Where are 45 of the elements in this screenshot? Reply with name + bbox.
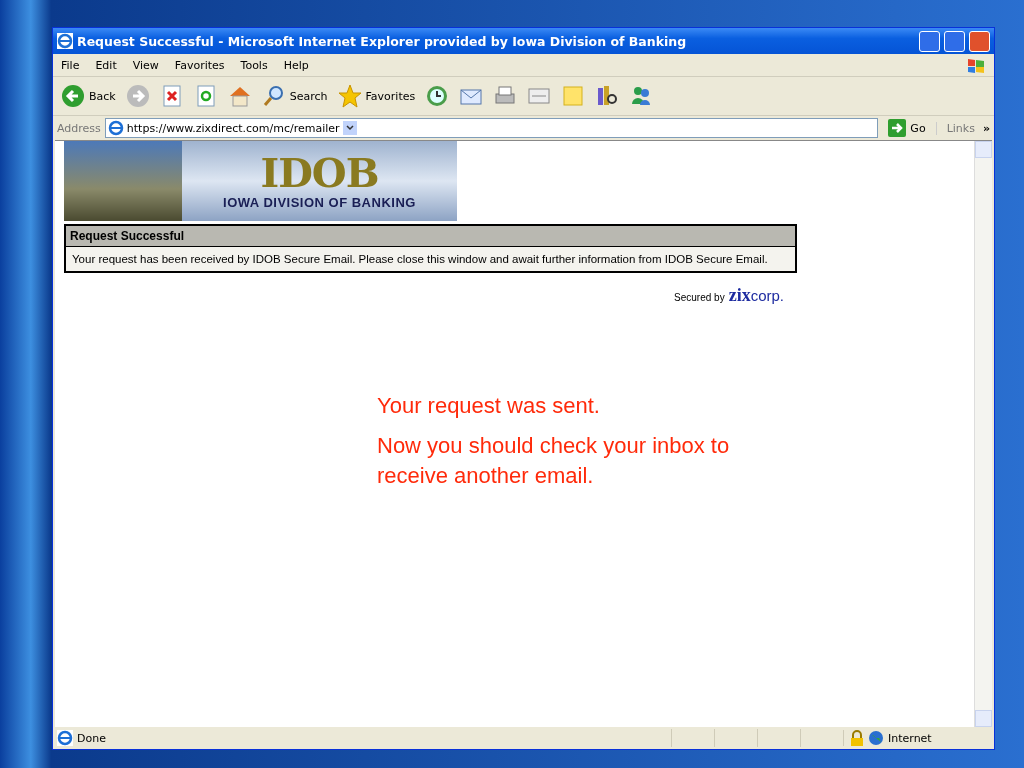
menu-item[interactable]: Edit <box>87 58 125 72</box>
star-icon <box>337 84 362 108</box>
padlock-icon <box>850 730 864 746</box>
panel-message: Your request has been received by IDOB Secure Email. Please close this window and await further information from IDOB Secure Email. <box>71 252 769 267</box>
minimize-button[interactable] <box>919 30 940 52</box>
circle-arrow-left-icon <box>61 84 85 108</box>
menu-item[interactable]: View <box>124 58 167 72</box>
page-icon <box>107 120 124 136</box>
window-title: Request Successful - Microsoft Internet Explorer provided by Iowa Division of Banking <box>77 33 688 49</box>
status-text: Done <box>77 731 107 745</box>
zone-label: Internet <box>888 731 932 745</box>
search-icon <box>261 84 286 108</box>
address-field[interactable]: https://www.zixdirect.com/mc/remailer <box>104 118 879 138</box>
brand-name: zix <box>728 285 751 306</box>
maximize-button[interactable] <box>944 30 965 52</box>
address-label: Address <box>57 121 101 135</box>
panel-heading: Request Successful <box>66 226 795 247</box>
secured-label: Secured by <box>674 292 725 303</box>
address-value: https://www.zixdirect.com/mc/remailer <box>126 121 340 135</box>
links-label[interactable]: Links <box>935 121 979 135</box>
menu-item[interactable]: Favorites <box>166 58 233 72</box>
favorites-button[interactable]: Favorites <box>335 82 418 110</box>
globe-icon <box>868 730 884 746</box>
menu-item[interactable]: Help <box>275 58 317 72</box>
close-button[interactable] <box>969 30 990 52</box>
arrow-right-icon <box>888 119 907 137</box>
clock-icon <box>425 84 450 108</box>
menu-item[interactable]: Tools <box>232 58 276 72</box>
dropdown-icon <box>342 121 357 135</box>
banner-name: IOWA DIVISION OF BANKING <box>223 195 416 211</box>
search-button[interactable]: Search <box>259 82 330 110</box>
browser-logo-icon <box>57 33 73 49</box>
back-button[interactable]: Back <box>59 82 118 110</box>
menu-item[interactable]: File <box>53 58 88 72</box>
brand-suffix: corp. <box>750 287 784 304</box>
books-icon <box>595 84 620 108</box>
go-button[interactable]: Go <box>882 119 932 137</box>
windows-flag-icon <box>966 56 986 74</box>
annotation-text: Your request was sent. <box>377 392 601 420</box>
chevron-button[interactable]: » <box>982 121 990 135</box>
banner-letters: IDOB <box>260 151 379 195</box>
page-icon <box>57 730 73 746</box>
circle-arrow-right-icon <box>125 84 150 108</box>
annotation-text: Now you should check your inbox to receive another email. <box>377 432 731 490</box>
note-icon <box>561 84 586 108</box>
